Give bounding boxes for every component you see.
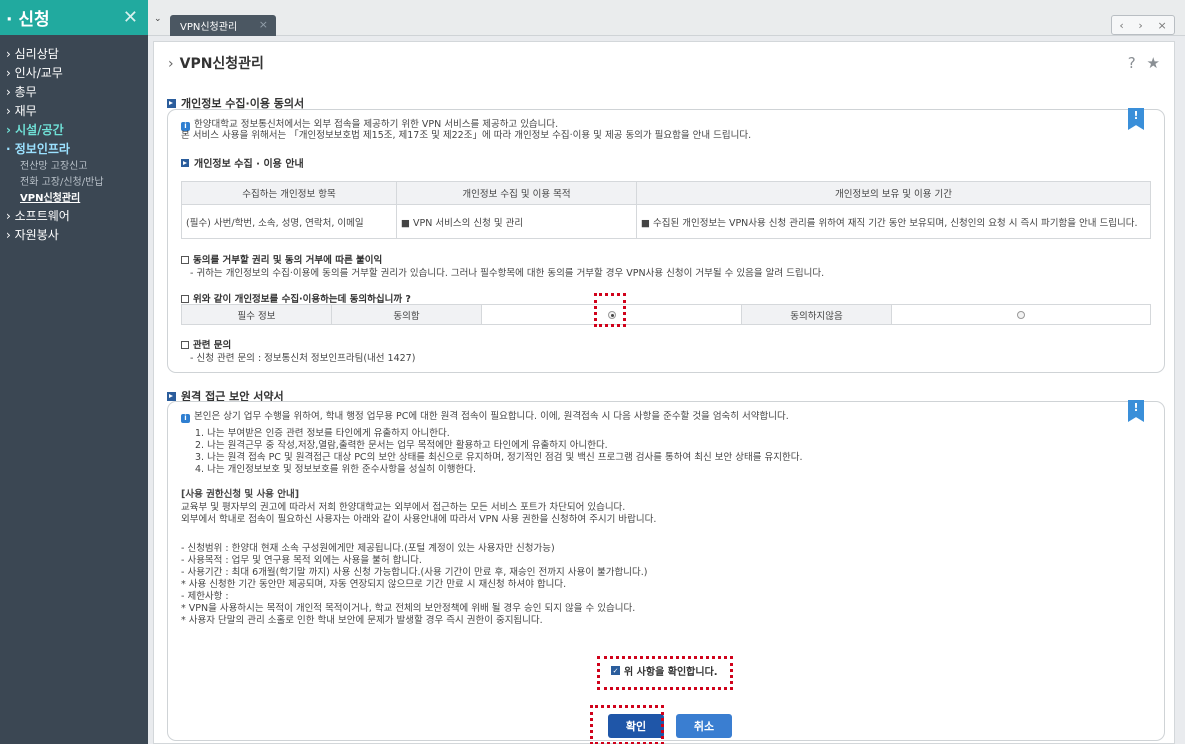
list-item: * VPN을 사용하시는 목적이 개인적 목적이거나, 학교 전체의 보안정책에… bbox=[181, 603, 636, 614]
security-panel: ! i 본인은 상기 업무 수행을 위하여, 학내 행정 업무용 PC에 대한 원… bbox=[167, 400, 1165, 741]
list-item: - 신청범위 : 한양대 현재 소속 구성원에게만 제공됩니다.(포털 계정이 … bbox=[181, 543, 555, 554]
help-icon[interactable]: ? bbox=[1128, 54, 1136, 72]
sidebar-item-hr[interactable]: › 인사/교무 bbox=[0, 64, 148, 83]
star-icon[interactable]: ★ bbox=[1147, 54, 1160, 72]
consent-note-2: 본 서비스 사용을 위해서는 「개인정보보호법 제15조, 제17조 및 제22… bbox=[181, 130, 752, 141]
tab-next-icon[interactable]: › bbox=[1138, 19, 1142, 32]
agree-no-label: 동의하지않음 bbox=[741, 304, 892, 325]
refuse-desc: - 귀하는 개인정보의 수집·이용에 동의를 거부할 권리가 있습니다. 그러나… bbox=[190, 268, 825, 279]
section-bullet-icon bbox=[167, 98, 176, 108]
agree-table: 필수 정보 동의함 동의하지않음 bbox=[181, 304, 1151, 325]
sidebar-item-general[interactable]: › 총무 bbox=[0, 83, 148, 102]
cancel-button[interactable]: 취소 bbox=[676, 714, 732, 738]
sidebar-menu: › 심리상담 › 인사/교무 › 총무 › 재무 › 시설/공간 · 정보인프라… bbox=[0, 35, 148, 245]
list-item: * 사용자 단말의 관리 소홀로 인한 학내 보안에 문제가 발생할 경우 즉시… bbox=[181, 615, 543, 626]
sidebar-title: · 신청 bbox=[6, 10, 50, 30]
square-icon bbox=[181, 256, 189, 264]
contact-desc: - 신청 관련 문의 : 정보통신처 정보인프라팀(내선 1427) bbox=[190, 353, 416, 364]
square-icon bbox=[181, 295, 189, 303]
table-cell: ■ 수집된 개인정보는 VPN사용 신청 관리를 위하여 재직 기간 동안 보유… bbox=[636, 204, 1151, 239]
tab-close-icon[interactable]: × bbox=[259, 18, 268, 31]
tab-vpn[interactable]: VPN신청관리 × bbox=[170, 15, 276, 36]
table-cell: (필수) 사번/학번, 소속, 성명, 연락처, 이메일 bbox=[181, 204, 397, 239]
list-item: - 사용기간 : 최대 6개월(학기말 까지) 사용 신청 가능합니다.(사용 … bbox=[181, 567, 648, 578]
sidebar-item-volunteer[interactable]: › 자원봉사 bbox=[0, 226, 148, 245]
list-item: 3. 나는 원격 접속 PC 및 원격접근 대상 PC의 보안 상태를 최신으로… bbox=[195, 452, 803, 463]
tab-list-chevron-icon[interactable]: ⌄ bbox=[154, 14, 162, 24]
tab-prev-icon[interactable]: ‹ bbox=[1119, 19, 1123, 32]
rule-list: 1. 나는 부여받은 인증 관련 정보를 타인에게 유출하지 아니한다. 2. … bbox=[195, 428, 802, 476]
list-item: - 사용목적 : 업무 및 연구용 목적 외에는 사용을 불허 합니다. bbox=[181, 555, 422, 566]
security-intro: i 본인은 상기 업무 수행을 위하여, 학내 행정 업무용 PC에 대한 원격 … bbox=[181, 411, 789, 423]
sidebar-item-counseling[interactable]: › 심리상담 bbox=[0, 45, 148, 64]
sidebar-sub-network-report[interactable]: 전산망 고장신고 bbox=[0, 159, 148, 175]
page-title: › VPN신청관리 bbox=[168, 56, 264, 72]
agree-yes-label: 동의함 bbox=[331, 304, 482, 325]
sidebar: · 신청 ✕ › 심리상담 › 인사/교무 › 총무 › 재무 › 시설/공간 … bbox=[0, 0, 148, 744]
sidebar-item-infra[interactable]: · 정보인프라 bbox=[0, 140, 148, 159]
highlight-ok bbox=[590, 705, 664, 744]
sidebar-header: · 신청 ✕ bbox=[0, 0, 148, 35]
agree-no-cell bbox=[891, 304, 1151, 325]
privacy-table: 수집하는 개인정보 항목 개인정보 수집 및 이용 목적 개인정보의 보유 및 … bbox=[181, 181, 1151, 239]
contact-title: 관련 문의 bbox=[181, 337, 231, 351]
tab-close-all-icon[interactable]: × bbox=[1157, 19, 1166, 32]
table-header: 수집하는 개인정보 항목 bbox=[181, 181, 397, 205]
highlight-radio bbox=[594, 293, 626, 327]
tab-navigation: ‹ › × bbox=[1111, 15, 1175, 35]
section-bullet-icon bbox=[167, 391, 176, 401]
sidebar-close-icon[interactable]: ✕ bbox=[123, 7, 138, 28]
highlight-confirm bbox=[597, 656, 733, 690]
tab-label: VPN신청관리 bbox=[180, 22, 238, 33]
list-item: 1. 나는 부여받은 인증 관련 정보를 타인에게 유출하지 아니한다. bbox=[195, 428, 450, 439]
section-bullet-icon bbox=[181, 158, 189, 167]
sidebar-sub-vpn[interactable]: VPN신청관리 bbox=[0, 191, 148, 207]
agree-label: 필수 정보 bbox=[181, 304, 332, 325]
usage-title: [사용 권한신청 및 사용 안내] bbox=[181, 489, 300, 500]
table-row: (필수) 사번/학번, 소속, 성명, 연락처, 이메일 ■ VPN 서비스의 … bbox=[181, 204, 1151, 239]
agree-no-radio[interactable] bbox=[1017, 310, 1025, 319]
page-tools: ? ★ bbox=[1122, 54, 1160, 72]
sidebar-item-facility[interactable]: › 시설/공간 bbox=[0, 121, 148, 140]
list-item: - 제한사항 : bbox=[181, 591, 229, 602]
table-cell: ■ VPN 서비스의 신청 및 관리 bbox=[396, 204, 637, 239]
list-item: * 사용 신청한 기간 동안만 제공되며, 자동 연장되지 않으므로 기간 만료… bbox=[181, 579, 567, 590]
square-icon bbox=[181, 341, 189, 349]
consent-panel: ! i 한양대학교 정보통신처에서는 외부 접속을 제공하기 위한 VPN 서비스… bbox=[167, 108, 1165, 373]
info-icon: i bbox=[181, 414, 190, 423]
guide-title: 개인정보 수집 · 이용 안내 bbox=[181, 155, 304, 170]
list-item: 4. 나는 개인정보보호 및 정보보호를 위한 준수사항을 성실히 이행한다. bbox=[195, 464, 476, 475]
bookmark-icon: ! bbox=[1128, 400, 1144, 422]
usage-desc-2: 외부에서 학내로 접속이 필요하신 사용자는 아래와 같이 사용안내에 따라서 … bbox=[181, 514, 657, 525]
refuse-title: 동의를 거부할 권리 및 동의 거부에 따른 불이익 bbox=[181, 252, 382, 266]
main-content: › VPN신청관리 ? ★ 개인정보 수집·이용 동의서 ! i 한양대학교 정보통… bbox=[153, 41, 1175, 744]
bookmark-icon: ! bbox=[1128, 108, 1144, 130]
usage-list: - 신청범위 : 한양대 현재 소속 구성원에게만 제공됩니다.(포털 계정이 … bbox=[181, 543, 647, 627]
table-header: 개인정보의 보유 및 이용 기간 bbox=[636, 181, 1151, 205]
tab-bar: ⌄ VPN신청관리 × ‹ › × bbox=[148, 0, 1185, 36]
table-header: 개인정보 수집 및 이용 목적 bbox=[396, 181, 637, 205]
sidebar-sub-phone[interactable]: 전화 고장/신청/반납 bbox=[0, 175, 148, 191]
page-header: › VPN신청관리 ? ★ bbox=[154, 42, 1174, 84]
list-item: 2. 나는 원격근무 중 작성,저장,열람,출력한 문서는 업무 목적에만 활용… bbox=[195, 440, 608, 451]
sidebar-item-finance[interactable]: › 재무 bbox=[0, 102, 148, 121]
agree-question: 위와 같이 개인정보를 수집·이용하는데 동의하십니까 ? bbox=[181, 291, 411, 305]
usage-desc-1: 교육부 및 평자부의 권고에 따라서 저희 한양대학교는 외부에서 접근하는 모… bbox=[181, 502, 626, 513]
sidebar-item-software[interactable]: › 소프트웨어 bbox=[0, 207, 148, 226]
